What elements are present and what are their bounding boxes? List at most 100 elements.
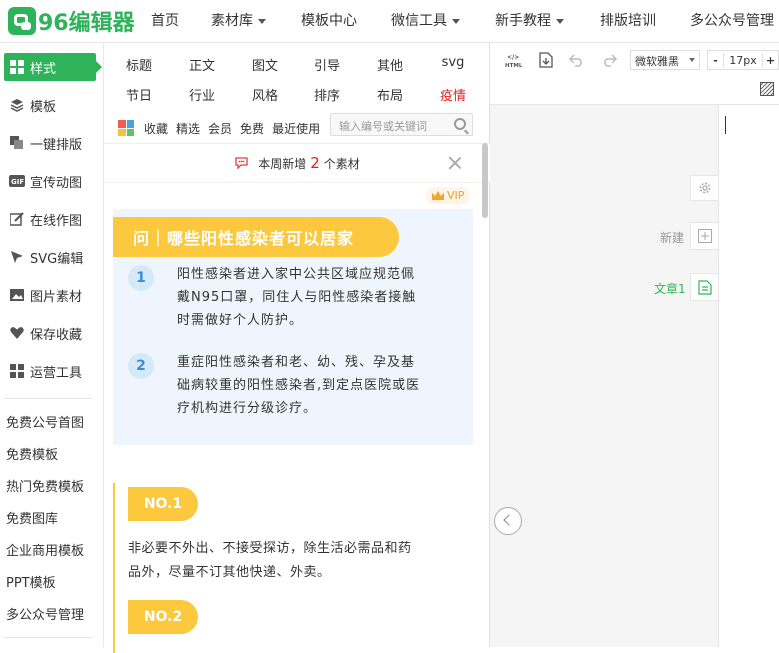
document-canvas[interactable] <box>718 105 779 647</box>
search-input[interactable]: 输入编号或关键词 <box>330 113 473 136</box>
nav-wechat-tools[interactable]: 微信工具 <box>391 0 460 43</box>
editor-toolbar: </> HTML 微软雅黑 - 17px + <box>490 43 779 105</box>
logo-icon <box>8 7 36 35</box>
sidebar-item-label: 在线作图 <box>30 213 83 229</box>
undo-icon[interactable] <box>568 51 586 69</box>
category-layout[interactable]: 布局 <box>366 85 414 104</box>
category-guide[interactable]: 引导 <box>303 55 351 74</box>
nav-tutorials[interactable]: 新手教程 <box>495 0 564 43</box>
grid-icon <box>9 59 25 75</box>
sidebar-item-gif[interactable]: GIF 宣传动图 <box>4 167 96 195</box>
category-festival[interactable]: 节日 <box>115 85 163 104</box>
import-doc-icon[interactable] <box>537 51 555 69</box>
filter-featured[interactable]: 精选 <box>176 120 200 137</box>
pattern-icon[interactable] <box>758 80 776 98</box>
font-size-value[interactable]: 17px <box>724 54 762 67</box>
font-size-stepper[interactable]: - 17px + <box>707 50 779 70</box>
gif-icon: GIF <box>9 173 25 189</box>
new-article-label[interactable]: 新建 <box>660 229 684 246</box>
sidebar-item-styles[interactable]: 样式 <box>4 53 102 81</box>
filter-collect[interactable]: 收藏 <box>144 120 168 137</box>
copy-icon <box>9 135 25 151</box>
text-line: 非必要不外出、不接受探访，除生活必需品和药 <box>128 541 412 556</box>
gear-icon[interactable] <box>690 175 718 201</box>
style-card-numbered[interactable]: NO.1 非必要不外出、不接受探访，除生活必需品和药 品外，尽量不订其他快递、外… <box>113 483 473 653</box>
font-size-increase-button[interactable]: + <box>762 53 778 67</box>
notice-bar: 本周新增 2 个素材 <box>104 143 490 183</box>
category-image-text[interactable]: 图文 <box>241 55 289 74</box>
collapse-panel-button[interactable] <box>494 507 522 535</box>
category-body[interactable]: 正文 <box>178 55 226 74</box>
sidebar-item-operation-tools[interactable]: 运营工具 <box>4 357 96 385</box>
nav-materials[interactable]: 素材库 <box>211 0 266 43</box>
sidebar-item-label: SVG编辑 <box>30 251 84 267</box>
sidebar-item-svg-editor[interactable]: SVG编辑 <box>4 243 96 271</box>
link-business-templates[interactable]: 企业商用模板 <box>6 540 84 559</box>
notice-count: 2 <box>310 154 320 172</box>
nav-multi-account[interactable]: 多公众号管理 <box>690 0 774 43</box>
logo-text: 96编辑器 <box>38 11 135 36</box>
category-title[interactable]: 标题 <box>115 55 163 74</box>
category-style[interactable]: 风格 <box>241 85 289 104</box>
filter-free[interactable]: 免费 <box>240 120 264 137</box>
search-placeholder: 输入编号或关键词 <box>339 120 427 133</box>
number-tag: NO.2 <box>128 600 198 634</box>
sidebar-item-online-design[interactable]: 在线作图 <box>4 205 96 233</box>
text-line: 戴N95口罩，同住人与阳性感染者接触 <box>177 290 417 305</box>
svg-text:HTML: HTML <box>505 63 523 69</box>
edit-icon <box>9 211 25 227</box>
link-free-templates[interactable]: 免费模板 <box>6 444 58 463</box>
text-line: 疗机构进行分级诊疗。 <box>177 401 318 416</box>
text-line: 时需做好个人防护。 <box>177 313 304 328</box>
sidebar-item-label: 宣传动图 <box>30 175 83 191</box>
sidebar-item-images[interactable]: 图片素材 <box>4 281 96 309</box>
link-multi-account[interactable]: 多公众号管理 <box>6 604 84 623</box>
category-svg[interactable]: svg <box>429 55 477 70</box>
link-free-gallery[interactable]: 免费图库 <box>6 508 58 527</box>
crown-icon <box>432 191 444 200</box>
link-ppt-templates[interactable]: PPT模板 <box>6 572 56 591</box>
notice-suffix: 个素材 <box>323 156 360 171</box>
link-hot-free-templates[interactable]: 热门免费模板 <box>6 476 84 495</box>
sidebar-item-favorites[interactable]: 保存收藏 <box>4 319 96 347</box>
top-navigation: 96编辑器 首页 素材库 模板中心 微信工具 新手教程 排版培训 多公众号管理 <box>0 0 779 43</box>
color-palette-icon[interactable] <box>118 120 134 136</box>
panel-scrollbar[interactable] <box>482 143 488 218</box>
sidebar-item-label: 模板 <box>30 99 57 115</box>
nav-home[interactable]: 首页 <box>151 0 179 43</box>
font-size-decrease-button[interactable]: - <box>708 53 724 67</box>
sidebar-item-one-click-layout[interactable]: 一键排版 <box>4 129 96 157</box>
filter-recent[interactable]: 最近使用 <box>272 120 320 137</box>
category-other[interactable]: 其他 <box>366 55 414 74</box>
card-paragraph: 重症阳性感染者和老、幼、残、孕及基 础病较重的阳性感染者,到定点医院或医 疗机构… <box>177 351 467 420</box>
cursor-icon <box>9 249 25 265</box>
link-free-cover[interactable]: 免费公号首图 <box>6 412 84 431</box>
search-icon[interactable] <box>454 118 466 130</box>
editor-area: </> HTML 微软雅黑 - 17px + 新建 文章1 <box>490 43 779 647</box>
html-icon[interactable]: </> HTML <box>505 51 523 69</box>
add-article-button[interactable] <box>690 222 718 250</box>
redo-icon[interactable] <box>600 51 618 69</box>
filter-member[interactable]: 会员 <box>208 120 232 137</box>
font-family-value: 微软雅黑 <box>635 55 679 68</box>
style-card-qa[interactable]: 问｜哪些阳性感染者可以居家 1 阳性感染者进入家中公共区域应规范佩 戴N95口罩… <box>113 209 473 445</box>
logo[interactable]: 96编辑器 <box>8 6 135 36</box>
article-tab-label[interactable]: 文章1 <box>654 280 686 297</box>
sidebar-item-templates[interactable]: 模板 <box>4 91 96 119</box>
close-icon[interactable] <box>448 156 462 170</box>
number-badge: 1 <box>128 265 154 291</box>
sidebar-divider <box>4 637 92 638</box>
category-epidemic[interactable]: 疫情 <box>429 85 477 104</box>
card-paragraph: 阳性感染者进入家中公共区域应规范佩 戴N95口罩，同住人与阳性感染者接触 时需做… <box>177 263 467 332</box>
article-tab-button[interactable] <box>690 273 718 301</box>
text-line: 础病较重的阳性感染者,到定点医院或医 <box>177 378 421 393</box>
nav-training[interactable]: 排版培训 <box>600 0 656 43</box>
font-family-select[interactable]: 微软雅黑 <box>630 50 700 70</box>
nav-templates[interactable]: 模板中心 <box>301 0 357 43</box>
apps-icon <box>9 363 25 379</box>
category-industry[interactable]: 行业 <box>178 85 226 104</box>
plus-icon <box>697 229 712 243</box>
chevron-down-icon <box>258 18 266 24</box>
category-sort[interactable]: 排序 <box>303 85 351 104</box>
heart-icon <box>9 325 25 341</box>
